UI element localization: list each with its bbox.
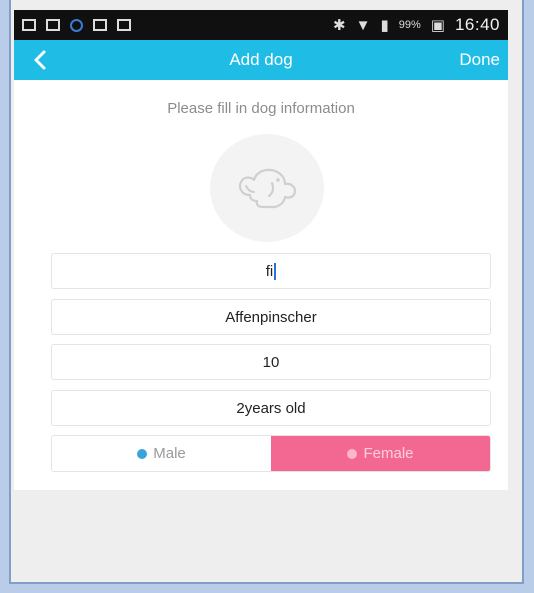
signal-icon: ▮	[380, 16, 389, 34]
add-dog-form: Please fill in dog information fi Affenp…	[14, 80, 508, 490]
gender-male-option[interactable]: Male	[52, 436, 271, 471]
status-bar: ✱ ▼ ▮ 99% ▣ 16:40	[14, 10, 508, 40]
battery-percent: 99%	[398, 19, 421, 31]
age-field[interactable]: 2years old	[51, 390, 491, 426]
image-icon	[46, 19, 60, 31]
weight-value: 10	[262, 353, 280, 371]
dog-name-value: fi	[265, 262, 274, 280]
male-radio-icon	[137, 448, 148, 459]
back-button[interactable]	[20, 40, 60, 80]
breed-value: Affenpinscher	[225, 308, 317, 326]
wifi-icon: ▼	[355, 16, 371, 34]
battery-charging-icon: ▣	[430, 16, 445, 34]
age-value: 2years old	[236, 399, 306, 417]
weight-field[interactable]: 10	[51, 344, 491, 380]
text-cursor	[274, 262, 277, 280]
breed-field[interactable]: Affenpinscher	[51, 299, 491, 335]
chevron-left-icon	[34, 50, 46, 70]
message-icon	[117, 19, 131, 31]
dog-name-field[interactable]: fi	[51, 253, 491, 289]
male-label: Male	[153, 445, 186, 462]
done-button[interactable]: Done	[459, 40, 500, 80]
mail-icon	[22, 19, 36, 31]
app-toolbar: Add dog Done	[14, 40, 508, 80]
browser-icon	[70, 18, 83, 32]
bluetooth-icon: ✱	[333, 16, 346, 34]
gender-selector: Male Female	[51, 435, 491, 472]
system-icons: ✱ ▼ ▮ 99% ▣ 16:40	[333, 15, 500, 35]
female-radio-icon	[347, 448, 358, 459]
form-prompt: Please fill in dog information	[167, 100, 355, 117]
page-title: Add dog	[229, 50, 293, 69]
camera-icon	[93, 19, 107, 31]
dog-avatar-icon	[238, 168, 297, 209]
dog-photo-picker[interactable]	[210, 134, 324, 242]
clock: 16:40	[454, 15, 500, 34]
female-label: Female	[363, 445, 414, 462]
notification-icons	[22, 18, 131, 32]
gender-female-option[interactable]: Female	[271, 436, 490, 471]
